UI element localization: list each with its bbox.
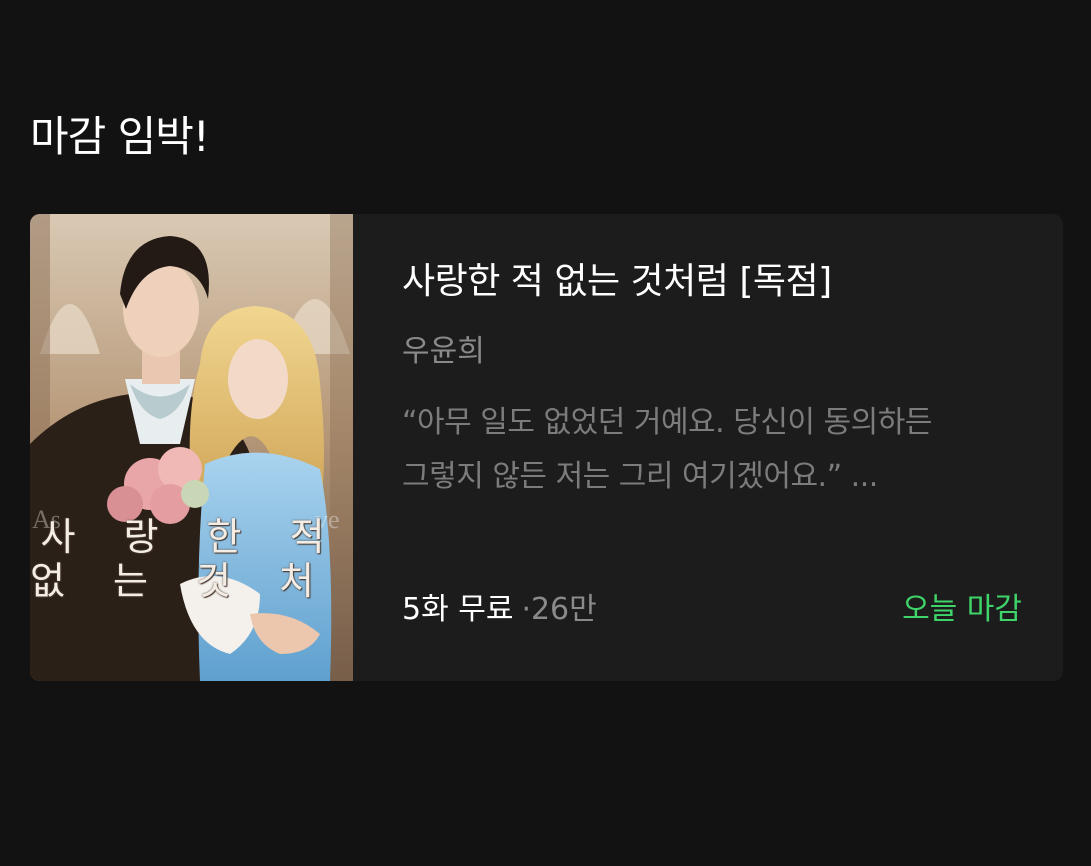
cover-image[interactable]: As ve 사 랑 한 적 없 는 것 처 럼 [30,214,353,681]
view-count: ·26만 [521,592,597,627]
author-name[interactable]: 우윤희 [402,334,485,370]
cover-title-line2: 없 는 것 처 럼 [30,559,353,603]
book-title[interactable]: 사랑한 적 없는 것처럼 [독점] [402,260,832,303]
synopsis: “아무 일도 없었던 거예요. 당신이 동의하든 그렇지 않든 저는 그리 여기… [402,396,1022,504]
free-episodes-badge: 5화 무료 [402,592,514,627]
synopsis-line1: “아무 일도 없었던 거예요. 당신이 동의하든 [402,405,932,440]
book-card[interactable]: As ve 사 랑 한 적 없 는 것 처 럼 사랑한 적 없는 것처럼 [독점… [30,214,1063,681]
cover-illustration: As ve [30,214,353,681]
book-info: 사랑한 적 없는 것처럼 [독점] 우윤희 “아무 일도 없었던 거예요. 당신… [402,214,1022,681]
section-title: 마감 임박! [30,112,210,161]
synopsis-line2: 그렇지 않든 저는 그리 여기겠어요.” ... [402,459,878,494]
deadline-badge: 오늘 마감 [902,592,1022,627]
book-meta: 5화 무료 ·26만 [402,592,597,628]
